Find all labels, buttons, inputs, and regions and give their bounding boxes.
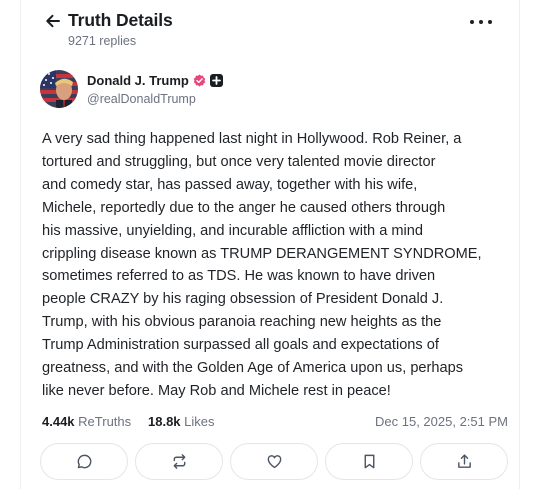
verified-badge-icon [193, 74, 206, 87]
like-button[interactable] [230, 443, 318, 480]
reply-icon [77, 454, 91, 469]
retruths-label: ReTruths [78, 414, 132, 429]
retruth-button[interactable] [135, 443, 223, 480]
share-icon [457, 454, 471, 468]
post-stats: 4.44k ReTruths 18.8k Likes Dec 15, 2025,… [42, 414, 508, 434]
retruths-count: 4.44k [42, 414, 75, 429]
more-options-button[interactable] [470, 14, 492, 30]
flag-avatar-image [40, 70, 78, 108]
author-handle: @realDonaldTrump [87, 92, 196, 106]
avatar[interactable] [40, 70, 78, 108]
retruths-stat[interactable]: 4.44k ReTruths [42, 414, 131, 429]
replies-count: 9271 replies [68, 34, 137, 48]
header: Truth Details 9271 replies [42, 8, 500, 52]
back-button[interactable] [42, 10, 64, 32]
arrow-left-icon [46, 14, 60, 28]
bookmark-icon [364, 454, 374, 469]
author-name[interactable]: Donald J. Trump [87, 73, 189, 88]
truth-details-panel: Truth Details 9271 replies Donald J. Tru… [20, 0, 520, 489]
post-author: Donald J. Trump @realDonaldTrump [40, 70, 340, 110]
page-title: Truth Details [68, 10, 173, 30]
more-dots-icon [470, 20, 474, 24]
share-button[interactable] [420, 443, 508, 480]
action-bar [40, 443, 510, 481]
like-icon [267, 455, 281, 469]
likes-label: Likes [184, 414, 215, 429]
bookmark-button[interactable] [325, 443, 413, 480]
post-timestamp: Dec 15, 2025, 2:51 PM [375, 414, 508, 429]
likes-count: 18.8k [148, 414, 181, 429]
retruth-icon [173, 454, 185, 469]
post-body-text: A very sad thing happened last night in … [42, 131, 482, 399]
plus-badge-icon [209, 74, 223, 87]
reply-button[interactable] [40, 443, 128, 480]
likes-stat[interactable]: 18.8k Likes [148, 414, 215, 429]
